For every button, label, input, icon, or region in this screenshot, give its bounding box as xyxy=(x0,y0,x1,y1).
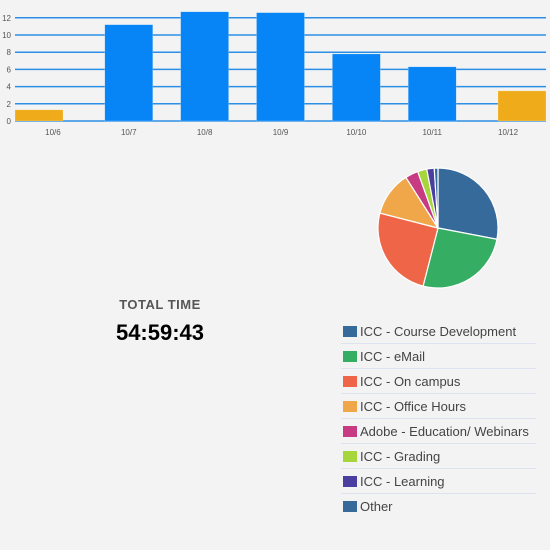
x-tick-label: 10/8 xyxy=(197,128,213,137)
legend-label: Adobe - Education/ Webinars xyxy=(360,423,529,439)
y-tick-label: 2 xyxy=(7,100,12,109)
legend-swatch xyxy=(343,400,357,412)
legend-item[interactable]: ICC - Learning xyxy=(341,469,536,494)
x-tick-label: 10/10 xyxy=(346,128,367,137)
total-time-panel: TOTAL TIME 54:59:43 xyxy=(90,297,230,346)
y-tick-label: 12 xyxy=(2,14,11,23)
x-tick-label: 10/11 xyxy=(422,128,442,137)
legend-swatch xyxy=(343,500,357,512)
legend-item[interactable]: ICC - Course Development xyxy=(341,319,536,344)
y-tick-label: 4 xyxy=(7,83,12,92)
x-tick-label: 10/12 xyxy=(498,128,519,137)
pie-legend: ICC - Course Development ICC - eMail ICC -… xyxy=(341,319,536,518)
legend-item[interactable]: ICC - Office Hours xyxy=(341,394,536,419)
bar-10-12 xyxy=(497,90,547,122)
legend-item[interactable]: ICC - eMail xyxy=(341,344,536,369)
total-time-value: 54:59:43 xyxy=(115,320,205,345)
legend-swatch xyxy=(343,475,357,487)
legend-label: ICC - Grading xyxy=(360,448,441,464)
legend-swatch xyxy=(343,375,357,387)
pie-slice xyxy=(437,167,499,240)
y-tick-label: 6 xyxy=(7,65,12,74)
legend-label: ICC - On campus xyxy=(360,373,461,389)
bar-10-6 xyxy=(14,109,64,122)
legend-label: Other xyxy=(360,498,393,514)
legend-item[interactable]: Adobe - Education/ Webinars xyxy=(341,419,536,444)
legend-item[interactable]: Other xyxy=(341,494,536,518)
x-tick-label: 10/6 xyxy=(45,128,61,137)
legend-swatch xyxy=(343,350,357,362)
bar-10-10 xyxy=(332,53,381,122)
legend-label: ICC - Course Development xyxy=(360,323,517,339)
legend-swatch xyxy=(343,325,357,337)
x-tick-label: 10/9 xyxy=(273,128,289,137)
pie-chart xyxy=(377,167,499,289)
y-tick-label: 0 xyxy=(7,117,12,126)
legend-label: ICC - eMail xyxy=(360,348,426,364)
bar-chart: 0 2 4 6 8 10 12 10/6 10/7 10/8 10/9 10/10 10/11 10/12 xyxy=(2,11,547,137)
y-tick-label: 10 xyxy=(2,31,11,40)
legend-item[interactable]: ICC - Grading xyxy=(341,444,536,469)
bar-10-11 xyxy=(407,66,457,122)
x-tick-label: 10/7 xyxy=(121,128,137,137)
total-time-label: TOTAL TIME xyxy=(119,297,201,312)
legend-swatch xyxy=(343,425,357,437)
y-tick-label: 8 xyxy=(7,48,12,57)
bar-10-7 xyxy=(104,24,154,122)
legend-item[interactable]: ICC - On campus xyxy=(341,369,536,394)
legend-label: ICC - Office Hours xyxy=(360,398,466,414)
legend-label: ICC - Learning xyxy=(360,473,445,489)
legend-swatch xyxy=(343,450,357,462)
bar-10-9 xyxy=(256,12,305,122)
bar-10-8 xyxy=(180,11,229,122)
